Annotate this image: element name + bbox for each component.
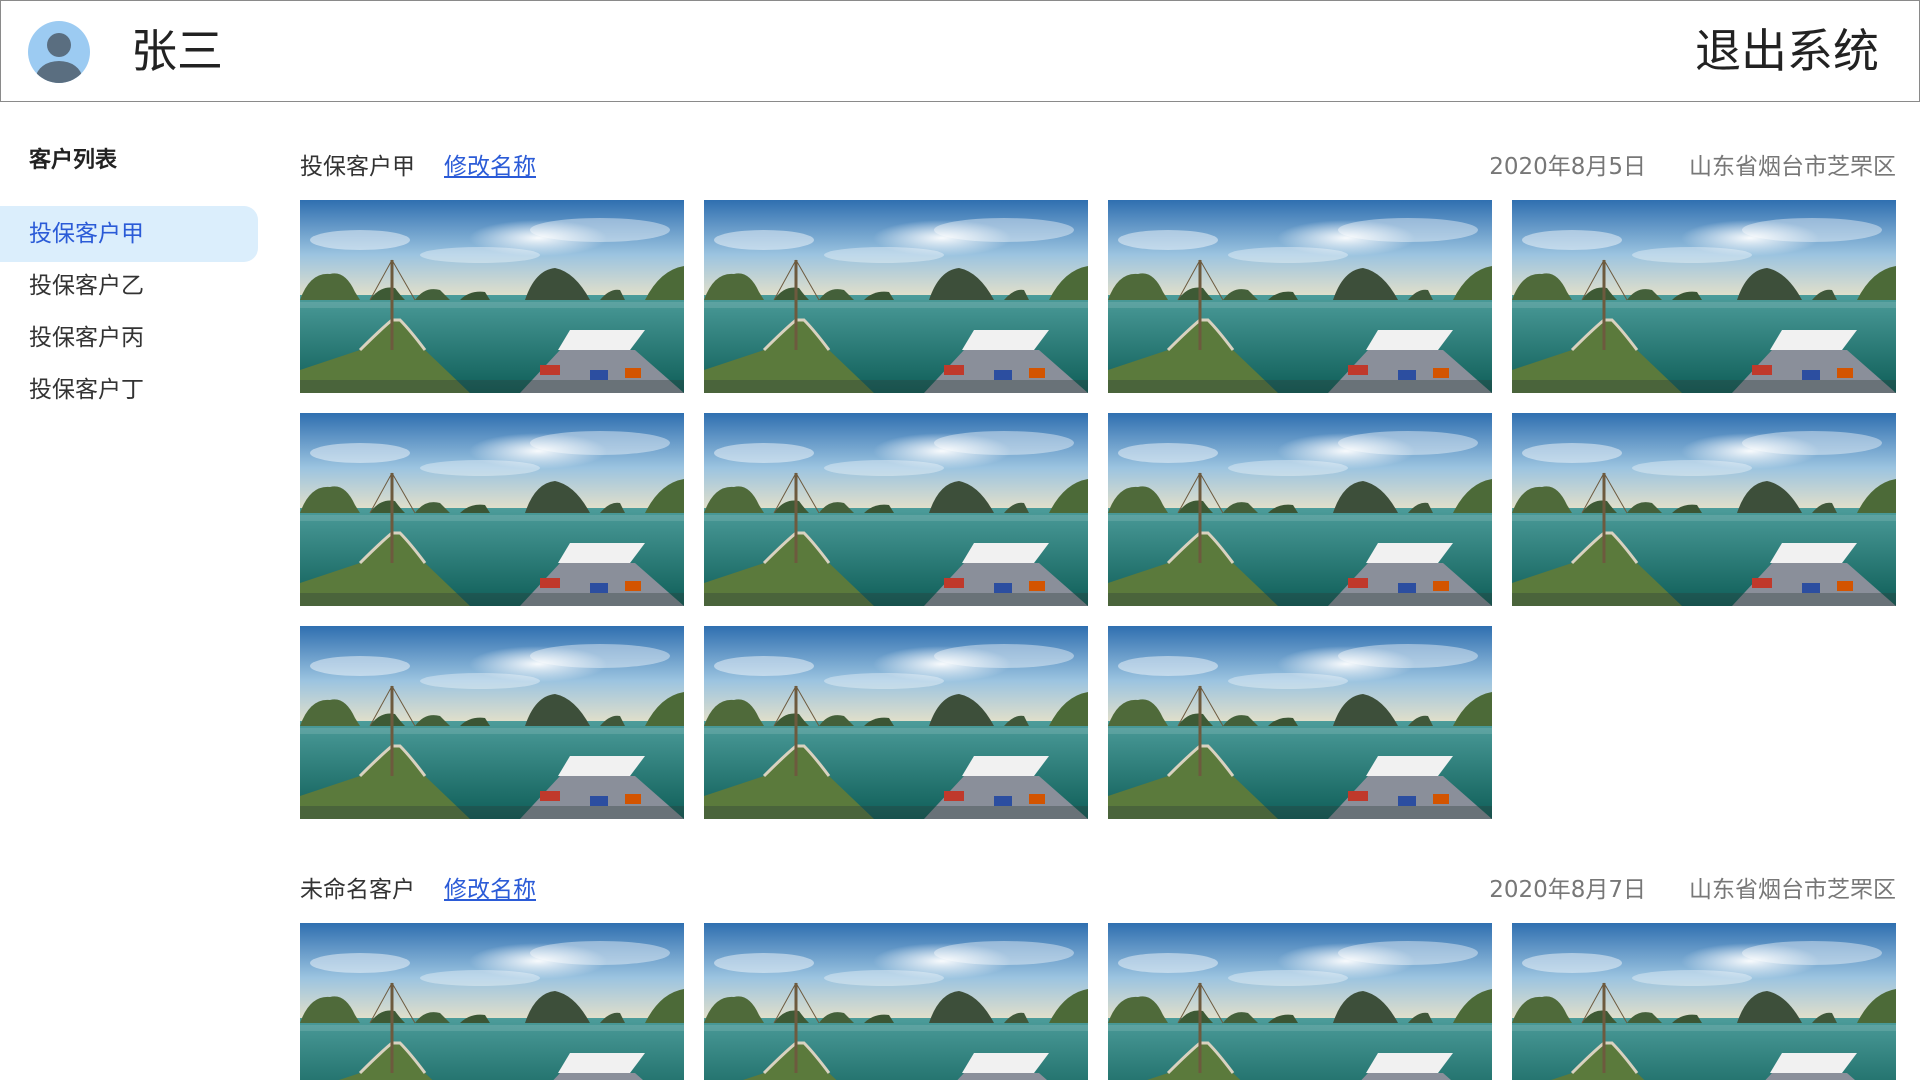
sidebar-item-customer-d[interactable]: 投保客户丁 — [0, 362, 258, 418]
user-avatar-icon — [47, 33, 71, 57]
main-content: 投保客户甲 修改名称 2020年8月5日 山东省烟台市芝罘区 未命名客户 修改名… — [300, 102, 1896, 1080]
rename-link[interactable]: 修改名称 — [444, 870, 536, 904]
top-bar: 张三 退出系统 — [0, 0, 1920, 102]
photo-thumbnail[interactable] — [704, 200, 1088, 393]
section-location: 山东省烟台市芝罘区 — [1689, 877, 1896, 903]
customer-name: 投保客户甲 — [300, 154, 415, 180]
customer-name: 未命名客户 — [300, 877, 415, 903]
customer-section: 未命名客户 修改名称 2020年8月7日 山东省烟台市芝罘区 — [300, 825, 1896, 1080]
section-date: 2020年8月7日 — [1489, 877, 1646, 903]
photo-thumbnail[interactable] — [704, 923, 1088, 1080]
customer-section: 投保客户甲 修改名称 2020年8月5日 山东省烟台市芝罘区 — [300, 102, 1896, 819]
photo-thumbnail[interactable] — [300, 200, 684, 393]
sidebar-item-customer-b[interactable]: 投保客户乙 — [0, 258, 258, 314]
section-header: 未命名客户 修改名称 2020年8月7日 山东省烟台市芝罘区 — [300, 825, 1896, 903]
section-date: 2020年8月5日 — [1489, 154, 1646, 180]
sidebar-title: 客户列表 — [29, 148, 118, 173]
photo-thumbnail[interactable] — [300, 626, 684, 819]
photo-thumbnail[interactable] — [704, 626, 1088, 819]
photo-thumbnail[interactable] — [1512, 200, 1896, 393]
customer-list: 投保客户甲 投保客户乙 投保客户丙 投保客户丁 — [0, 206, 258, 414]
photo-thumbnail[interactable] — [1512, 923, 1896, 1080]
photo-thumbnail[interactable] — [1108, 413, 1492, 606]
sidebar-item-customer-c[interactable]: 投保客户丙 — [0, 310, 258, 366]
photo-grid — [300, 923, 1896, 1080]
photo-thumbnail[interactable] — [1108, 626, 1492, 819]
username: 张三 — [131, 24, 223, 78]
section-location: 山东省烟台市芝罘区 — [1689, 154, 1896, 180]
photo-thumbnail[interactable] — [1512, 413, 1896, 606]
avatar[interactable] — [28, 21, 90, 83]
photo-thumbnail[interactable] — [704, 413, 1088, 606]
photo-thumbnail[interactable] — [300, 413, 684, 606]
sidebar-item-customer-a[interactable]: 投保客户甲 — [0, 206, 258, 262]
photo-thumbnail[interactable] — [1108, 923, 1492, 1080]
photo-thumbnail[interactable] — [300, 923, 684, 1080]
sidebar: 客户列表 投保客户甲 投保客户乙 投保客户丙 投保客户丁 — [0, 102, 260, 1080]
photo-grid — [300, 200, 1896, 819]
logout-button[interactable]: 退出系统 — [1695, 23, 1879, 79]
section-header: 投保客户甲 修改名称 2020年8月5日 山东省烟台市芝罘区 — [300, 102, 1896, 180]
rename-link[interactable]: 修改名称 — [444, 147, 536, 181]
photo-thumbnail[interactable] — [1108, 200, 1492, 393]
